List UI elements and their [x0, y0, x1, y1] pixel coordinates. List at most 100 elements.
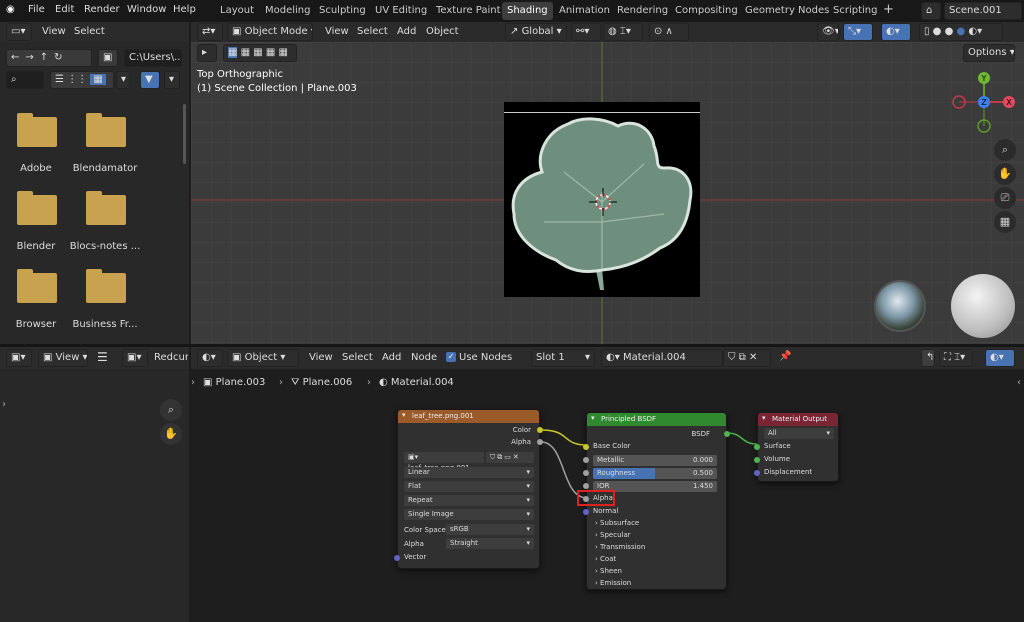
- menu-edit[interactable]: Edit: [55, 4, 74, 15]
- scene-icon[interactable]: ⌂: [921, 2, 941, 20]
- bsdf-node-header[interactable]: Principled BSDF: [587, 413, 726, 426]
- tab-layout[interactable]: Layout: [215, 2, 259, 20]
- editor-type-icon[interactable]: ▭▾: [6, 23, 32, 41]
- visibility-icon[interactable]: 👁▾: [817, 23, 839, 41]
- chevron-down-icon[interactable]: ▾: [116, 71, 130, 89]
- add-workspace-icon[interactable]: +: [878, 1, 899, 19]
- hand-pan-icon[interactable]: ✋: [994, 163, 1016, 185]
- overlay-toggle-icon[interactable]: ◐▾: [881, 23, 911, 41]
- grid-perspective-icon[interactable]: ▦: [994, 211, 1016, 233]
- folder-icon[interactable]: [17, 113, 57, 147]
- tab-animation[interactable]: Animation: [554, 2, 615, 20]
- folder-icon[interactable]: [17, 269, 57, 303]
- panel-specular[interactable]: › Specular: [595, 531, 631, 539]
- filter-chevron-icon[interactable]: ▾: [164, 71, 180, 89]
- image-node-header[interactable]: leaf_tree.png.001: [398, 410, 539, 423]
- volume-input-socket[interactable]: [754, 457, 760, 463]
- extension-dropdown[interactable]: Repeat ▾: [404, 495, 534, 506]
- panel-transmission[interactable]: › Transmission: [595, 543, 645, 551]
- tab-geometry-nodes[interactable]: Geometry Nodes: [740, 2, 834, 20]
- menu-file[interactable]: File: [28, 4, 45, 15]
- image-datablock[interactable]: ▣▾ leaf_tree.png.001: [404, 452, 484, 472]
- metallic-socket[interactable]: [583, 457, 589, 463]
- folder-label[interactable]: Blendamator: [63, 163, 147, 174]
- tab-compositing[interactable]: Compositing: [670, 2, 743, 20]
- zoom-icon[interactable]: ⌕: [994, 139, 1016, 161]
- scene-selector[interactable]: Scene.001: [944, 2, 1022, 20]
- panel-sheen[interactable]: › Sheen: [595, 567, 622, 575]
- color-output-socket[interactable]: [537, 427, 543, 433]
- zoom-icon[interactable]: ⌕: [160, 399, 182, 421]
- transform-orientation[interactable]: ↗ Global ▾: [505, 23, 567, 41]
- vp-menu-view[interactable]: View: [325, 26, 349, 37]
- interpolation-dropdown[interactable]: Linear ▾: [404, 467, 534, 478]
- folder-icon[interactable]: [86, 113, 126, 147]
- folder-label[interactable]: Business Fr...: [63, 319, 147, 330]
- expand-arrow-icon[interactable]: ›: [2, 399, 6, 410]
- tab-sculpting[interactable]: Sculpting: [314, 2, 371, 20]
- output-target-dropdown[interactable]: All ▾: [764, 428, 834, 439]
- editor-name[interactable]: Redcurr: [154, 352, 188, 363]
- alpha-output-socket[interactable]: [537, 439, 543, 445]
- editor-type-icon[interactable]: ▣▾: [6, 349, 32, 367]
- alpha-mode-dropdown[interactable]: Straight ▾: [446, 538, 534, 549]
- roughness-slider[interactable]: Roughness 0.500: [593, 468, 717, 479]
- vp-menu-add[interactable]: Add: [397, 26, 416, 37]
- normal-socket[interactable]: [583, 509, 589, 515]
- shader-node-editor[interactable]: ◐▾ ▣ Object ▾ View Select Add Node ✓ Use…: [191, 347, 1024, 622]
- snap-icon[interactable]: ◍ ⌶▾: [603, 23, 643, 41]
- new-folder-icon[interactable]: ▣: [98, 49, 118, 67]
- collapse-chevron-icon[interactable]: ▾: [402, 411, 406, 419]
- shading-modes[interactable]: ▯ ● ● ● ◐▾: [919, 23, 1003, 41]
- blender-logo-icon[interactable]: ◉: [6, 4, 15, 15]
- mode-selector[interactable]: ▣ Object Mode ▾: [227, 23, 313, 41]
- view-dropdown[interactable]: ▣ View ▾: [38, 349, 88, 367]
- collapse-chevron-icon[interactable]: ▾: [762, 414, 766, 422]
- vector-input-socket[interactable]: [394, 555, 400, 561]
- tab-rendering[interactable]: Rendering: [612, 2, 673, 20]
- editor-type-icon[interactable]: ⇄▾: [197, 23, 223, 41]
- tab-modeling[interactable]: Modeling: [260, 2, 316, 20]
- folder-label[interactable]: Blocs-notes ...: [63, 241, 147, 252]
- colorspace-dropdown[interactable]: sRGB ▾: [446, 524, 534, 535]
- roughness-socket[interactable]: [583, 470, 589, 476]
- projection-dropdown[interactable]: Flat ▾: [404, 481, 534, 492]
- image-texture-node[interactable]: leaf_tree.png.001 ▾ Color Alpha ▣▾ leaf_…: [394, 409, 543, 569]
- panel-coat[interactable]: › Coat: [595, 555, 616, 563]
- menu-window[interactable]: Window: [127, 4, 166, 15]
- tab-shading[interactable]: Shading: [502, 2, 553, 20]
- nav-buttons[interactable]: ←→↑↻: [6, 49, 92, 67]
- panel-subsurface[interactable]: › Subsurface: [595, 519, 639, 527]
- displacement-input-socket[interactable]: [754, 470, 760, 476]
- display-mode-buttons[interactable]: ☰ ⋮⋮ ▦: [50, 71, 114, 89]
- scrollbar[interactable]: [183, 104, 186, 164]
- camera-icon[interactable]: ⎚: [994, 187, 1016, 209]
- tab-texture-paint[interactable]: Texture Paint: [431, 2, 506, 20]
- options-dropdown[interactable]: Options ▾: [963, 44, 1015, 62]
- search-icon[interactable]: ⌕: [6, 71, 44, 89]
- folder-icon[interactable]: [86, 191, 126, 225]
- pivot-icon[interactable]: ⚯▾: [571, 23, 601, 41]
- panel-emission[interactable]: › Emission: [595, 579, 631, 587]
- menu-help[interactable]: Help: [173, 4, 196, 15]
- 3d-cursor-icon[interactable]: [589, 188, 617, 216]
- output-node-header[interactable]: Material Output: [758, 413, 838, 426]
- viewport-3d[interactable]: ⇄▾ ▣ Object Mode ▾ View Select Add Objec…: [191, 22, 1024, 344]
- image-actions[interactable]: ⛉⧉▭✕: [486, 452, 534, 463]
- source-dropdown[interactable]: Single Image ▾: [404, 509, 534, 520]
- bsdf-output-socket[interactable]: [724, 431, 730, 437]
- material-output-node[interactable]: Material Output ▾ All ▾ Surface Volume Di…: [754, 412, 839, 482]
- fb-menu-select[interactable]: Select: [74, 26, 105, 37]
- proportional-edit-icon[interactable]: ⊙ ∧: [649, 23, 689, 41]
- vp-menu-object[interactable]: Object: [426, 26, 459, 37]
- folder-icon[interactable]: [86, 269, 126, 303]
- filter-icon[interactable]: ▼: [140, 71, 160, 89]
- fb-menu-view[interactable]: View: [42, 26, 66, 37]
- path-field[interactable]: C:\Users\...: [124, 49, 182, 67]
- base-color-socket[interactable]: [583, 444, 589, 450]
- menu-render[interactable]: Render: [84, 4, 120, 15]
- gizmo-toggle-icon[interactable]: ⤡▾: [843, 23, 873, 41]
- select-mode-icons[interactable]: ▦ ▦ ▦ ▦ ▦: [223, 44, 297, 62]
- alpha-input-socket[interactable]: [583, 496, 589, 502]
- navigation-gizmo[interactable]: Y Z X: [951, 70, 1021, 140]
